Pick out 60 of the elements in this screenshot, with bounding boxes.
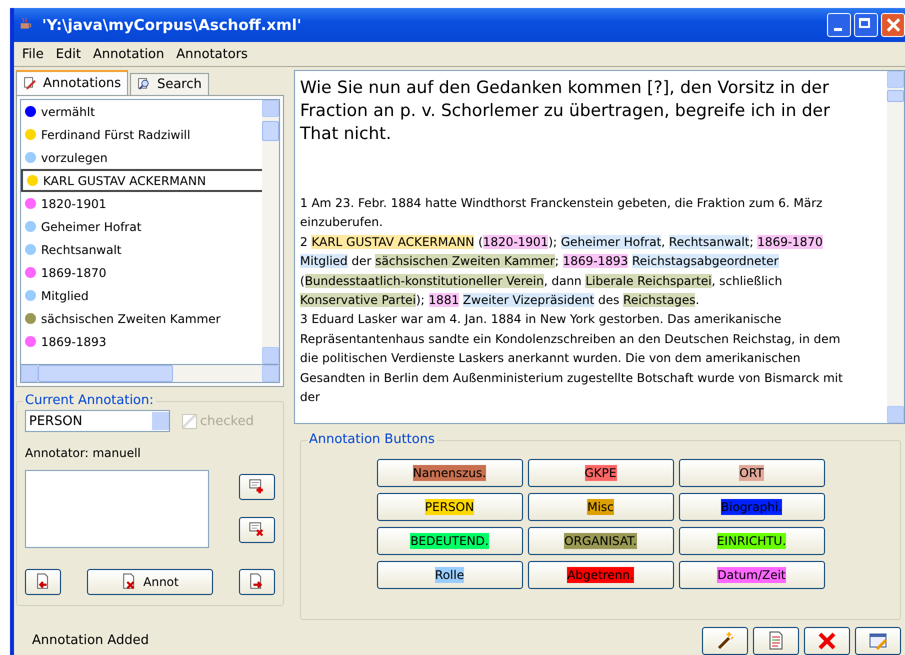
footnote-text: 2 KARL GUSTAV ACKERMANN (1820-1901); Geheimer Hofrat, Rechtsanwalt; 1869-1870 Mitglied der sächsischen Zweiten Kammer; 1869-1893 Reichstagsabgeordneter (Bundesstaatlich-konstitutioneller Verein, dann Liberale Reichspartei, schließlich Konservative Partei); 1881 Zweiter Vizepräsident des Reichstages. <box>300 234 824 310</box>
list-entry[interactable]: sächsischen Zweiten Kammer <box>21 307 262 330</box>
annotation-type-button[interactable]: Datum/Zeit <box>678 561 824 589</box>
comment-field[interactable] <box>25 470 209 548</box>
status-text: Annotation Added <box>31 632 149 648</box>
list-entry[interactable]: Geheimer Hofrat <box>21 215 262 238</box>
note-plus-icon <box>248 478 266 496</box>
annotation-type-button[interactable]: PERSON <box>376 493 522 521</box>
scroll-thumb[interactable] <box>38 365 173 382</box>
scrollbar[interactable] <box>262 100 279 364</box>
window-title: 'Y:\java\myCorpus\Aschoff.xml' <box>42 16 303 34</box>
annotation-type-button[interactable]: Rolle <box>376 561 522 589</box>
note-x-icon <box>248 521 266 539</box>
annotation-type-button[interactable]: ORGANISAT. <box>528 527 674 555</box>
footnote-text: 3 Eduard Lasker war am 4. Jan. 1884 in New York gestorben. Das amerikanische Repräsentantenhaus sandte ein Kondolenzschreiben an den Deutschen Reichstag, in dem die politischen Verdienste Laskers anerkannt wurden. Die von dem amerikanischen Gesandten in Berlin dem Außenministerium zugestellte Botschaft wurde von Bismarck mit der <box>300 311 844 406</box>
menu-item[interactable]: Edit <box>50 46 87 62</box>
annotation-type-button[interactable]: BEDEUTEND. <box>376 527 522 555</box>
type-dropdown[interactable]: PERSON <box>25 410 170 432</box>
delete-comment-button[interactable] <box>239 517 275 543</box>
list-entry[interactable]: Rechtsanwalt <box>21 238 262 261</box>
document-button[interactable] <box>753 627 799 655</box>
maximize-button[interactable] <box>854 13 878 37</box>
annotation-type-button[interactable]: EINRICHTU. <box>678 527 824 555</box>
list-entry[interactable]: 1869-1870 <box>21 261 262 284</box>
scrollbar[interactable] <box>20 365 280 383</box>
edit-button[interactable] <box>855 627 901 655</box>
menu-item[interactable]: File <box>16 46 50 62</box>
menu-item[interactable]: Annotators <box>170 46 254 62</box>
magic-wand-icon <box>715 631 735 651</box>
list-entry[interactable]: 1869-1893 <box>21 330 262 353</box>
delete-button[interactable] <box>804 627 850 655</box>
menu-item[interactable]: Annotation <box>86 46 170 62</box>
form-edit-icon <box>868 631 888 651</box>
list-entry[interactable]: Ferdinand Fürst Radziwill <box>21 123 262 146</box>
scroll-thumb[interactable] <box>262 121 279 141</box>
list-entry[interactable]: Mitglied <box>21 284 262 307</box>
annotation-type-button[interactable]: GKPE <box>528 459 674 487</box>
scroll-thumb[interactable] <box>887 90 904 102</box>
add-comment-button[interactable] <box>239 474 275 500</box>
list-entry[interactable]: vermählt <box>21 100 262 123</box>
previous-button[interactable] <box>25 569 61 595</box>
close-button[interactable] <box>881 13 905 37</box>
wand-button[interactable] <box>702 627 748 655</box>
annotation-type-button[interactable]: Misc <box>528 493 674 521</box>
minimize-button[interactable] <box>827 13 851 37</box>
scrollbar[interactable] <box>887 71 904 423</box>
list-entry[interactable]: 1820-1901 <box>21 192 262 215</box>
list-entry[interactable]: KARL GUSTAV ACKERMANN <box>21 169 262 192</box>
annot-button[interactable]: Annot <box>87 569 213 595</box>
next-button[interactable] <box>239 569 275 595</box>
tab[interactable]: Search <box>130 73 209 95</box>
annotator-label: Annotator: manuell <box>25 446 142 460</box>
annotation-type-button[interactable]: Namenszus. <box>376 459 522 487</box>
footnote-text: 1 Am 23. Febr. 1884 hatte Windthorst Franckenstein gebeten, die Fraktion zum 6. März einzuberufen. <box>300 195 824 232</box>
annotation-type-button[interactable]: Abgetrenn. <box>528 561 674 589</box>
list-entry[interactable]: vorzulegen <box>21 146 262 169</box>
document-heading: Wie Sie nun auf den Gedanken kommen [?], den Vorsitz in der Fraction an p. v. Schorlemer zu übertragen, begreife ich in der That nicht. <box>300 77 831 146</box>
close-icon <box>817 631 837 651</box>
tab[interactable]: Annotations <box>16 70 128 95</box>
annotation-type-button[interactable]: ORT <box>678 459 824 487</box>
